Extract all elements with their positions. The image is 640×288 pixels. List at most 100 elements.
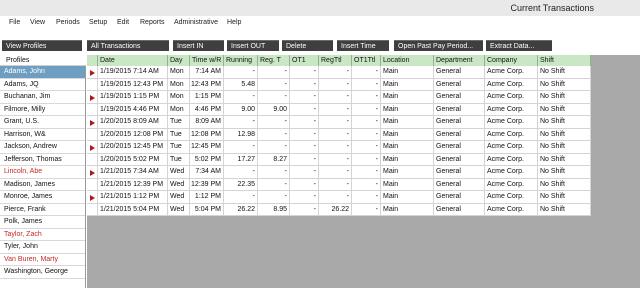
- row-marker-cell[interactable]: [87, 66, 98, 79]
- insert-in-button[interactable]: Insert IN: [173, 40, 224, 51]
- table-cell[interactable]: Acme Corp.: [485, 141, 538, 154]
- table-cell[interactable]: Acme Corp.: [485, 116, 538, 129]
- table-cell[interactable]: Main: [381, 91, 434, 104]
- table-cell[interactable]: 1/20/2015 8:09 AM: [98, 116, 168, 129]
- table-cell[interactable]: No Shift: [538, 91, 591, 104]
- table-cell[interactable]: 1/21/2015 7:34 AM: [98, 166, 168, 179]
- table-cell[interactable]: -: [352, 128, 381, 141]
- table-cell[interactable]: 1/20/2015 5:02 PM: [98, 153, 168, 166]
- table-cell[interactable]: -: [224, 66, 258, 79]
- table-cell[interactable]: -: [290, 203, 319, 216]
- table-cell[interactable]: Acme Corp.: [485, 103, 538, 116]
- table-cell[interactable]: -: [258, 91, 290, 104]
- table-cell[interactable]: General: [434, 153, 485, 166]
- column-header[interactable]: [87, 55, 98, 66]
- row-marker-cell[interactable]: [87, 141, 98, 154]
- table-row[interactable]: 1/19/2015 7:14 AM Mon 7:14 AM - - - - - Main Gene…: [87, 66, 591, 79]
- table-cell[interactable]: Acme Corp.: [485, 178, 538, 191]
- table-cell[interactable]: -: [319, 116, 352, 129]
- row-marker-cell[interactable]: [87, 166, 98, 179]
- profile-item[interactable]: Taylor, Zach: [0, 229, 85, 241]
- table-cell[interactable]: Wed: [168, 203, 190, 216]
- profile-item[interactable]: Buchanan, Jim: [0, 91, 85, 104]
- table-cell[interactable]: -: [352, 78, 381, 91]
- table-cell[interactable]: Wed: [168, 191, 190, 204]
- table-cell[interactable]: Tue: [168, 141, 190, 154]
- table-row[interactable]: 1/21/2015 7:34 AM Wed 7:34 AM - - - - - Main Gene…: [87, 166, 591, 179]
- profile-item[interactable]: Filmore, Milly: [0, 104, 85, 116]
- table-cell[interactable]: -: [352, 66, 381, 79]
- menu-setup[interactable]: Setup: [89, 19, 107, 26]
- table-cell[interactable]: 1/20/2015 12:45 PM: [98, 141, 168, 154]
- table-cell[interactable]: 12:08 PM: [190, 128, 224, 141]
- table-cell[interactable]: -: [224, 141, 258, 154]
- table-cell[interactable]: -: [319, 128, 352, 141]
- table-cell[interactable]: 4:46 PM: [190, 103, 224, 116]
- table-cell[interactable]: Acme Corp.: [485, 78, 538, 91]
- row-marker-cell[interactable]: [87, 203, 98, 216]
- table-cell[interactable]: No Shift: [538, 153, 591, 166]
- table-cell[interactable]: -: [352, 153, 381, 166]
- column-header[interactable]: Company: [485, 55, 538, 66]
- row-marker-cell[interactable]: [87, 116, 98, 129]
- profile-item[interactable]: Polk, James: [0, 216, 85, 229]
- profile-item[interactable]: Grant, U.S.: [0, 116, 85, 129]
- table-cell[interactable]: 1/21/2015 1:12 PM: [98, 191, 168, 204]
- table-cell[interactable]: -: [352, 191, 381, 204]
- table-cell[interactable]: Mon: [168, 103, 190, 116]
- table-cell[interactable]: Main: [381, 166, 434, 179]
- table-cell[interactable]: 12:39 PM: [190, 178, 224, 191]
- row-marker-cell[interactable]: [87, 153, 98, 166]
- profile-item[interactable]: Pierce, Frank: [0, 204, 85, 216]
- menu-periods[interactable]: Periods: [56, 19, 80, 26]
- table-cell[interactable]: -: [290, 78, 319, 91]
- table-cell[interactable]: 1/21/2015 12:39 PM: [98, 178, 168, 191]
- table-cell[interactable]: 1/19/2015 7:14 AM: [98, 66, 168, 79]
- table-cell[interactable]: 26.22: [224, 203, 258, 216]
- table-cell[interactable]: Tue: [168, 128, 190, 141]
- table-cell[interactable]: -: [258, 116, 290, 129]
- column-header[interactable]: Reg. T: [258, 55, 290, 66]
- table-row[interactable]: 1/19/2015 4:46 PM Mon 4:46 PM 9.00 9.00- - - Ma…: [87, 103, 591, 116]
- table-row[interactable]: 1/20/2015 8:09 AM Tue 8:09 AM - - - - - Main Gene…: [87, 116, 591, 129]
- profile-item[interactable]: Madison, James: [0, 179, 85, 191]
- column-header[interactable]: Location: [381, 55, 434, 66]
- table-cell[interactable]: No Shift: [538, 141, 591, 154]
- table-cell[interactable]: -: [319, 66, 352, 79]
- table-cell[interactable]: 5.48: [224, 78, 258, 91]
- table-cell[interactable]: Wed: [168, 178, 190, 191]
- table-cell[interactable]: -: [290, 66, 319, 79]
- view-profiles-button[interactable]: View Profiles: [2, 40, 82, 51]
- table-cell[interactable]: -: [224, 191, 258, 204]
- table-cell[interactable]: Acme Corp.: [485, 153, 538, 166]
- profile-item[interactable]: Jackson, Andrew: [0, 141, 85, 154]
- table-cell[interactable]: General: [434, 78, 485, 91]
- table-cell[interactable]: Main: [381, 78, 434, 91]
- table-cell[interactable]: No Shift: [538, 191, 591, 204]
- table-cell[interactable]: Tue: [168, 116, 190, 129]
- profile-item[interactable]: Adams, JQ: [0, 79, 85, 91]
- delete-button[interactable]: Delete: [282, 40, 333, 51]
- table-cell[interactable]: -: [290, 178, 319, 191]
- profile-item[interactable]: Monroe, James: [0, 191, 85, 204]
- table-cell[interactable]: -: [352, 166, 381, 179]
- table-cell[interactable]: -: [290, 153, 319, 166]
- table-cell[interactable]: -: [352, 141, 381, 154]
- column-header[interactable]: Department: [434, 55, 485, 66]
- table-cell[interactable]: -: [352, 178, 381, 191]
- table-cell[interactable]: 8.95: [258, 203, 290, 216]
- row-marker-cell[interactable]: [87, 178, 98, 191]
- column-header[interactable]: OT1Ttl: [352, 55, 381, 66]
- table-cell[interactable]: 1/20/2015 12:08 PM: [98, 128, 168, 141]
- table-row[interactable]: 1/19/2015 12:43 PM Mon 12:43 PM 5.48- - - - Mai…: [87, 78, 591, 91]
- table-cell[interactable]: -: [352, 203, 381, 216]
- table-cell[interactable]: -: [319, 103, 352, 116]
- all-transactions-button[interactable]: All Transactions: [87, 40, 169, 51]
- table-cell[interactable]: Acme Corp.: [485, 91, 538, 104]
- column-header[interactable]: Running: [224, 55, 258, 66]
- menu-file[interactable]: File: [9, 19, 20, 26]
- table-cell[interactable]: -: [258, 78, 290, 91]
- table-cell[interactable]: -: [319, 178, 352, 191]
- table-cell[interactable]: Acme Corp.: [485, 191, 538, 204]
- table-cell[interactable]: No Shift: [538, 166, 591, 179]
